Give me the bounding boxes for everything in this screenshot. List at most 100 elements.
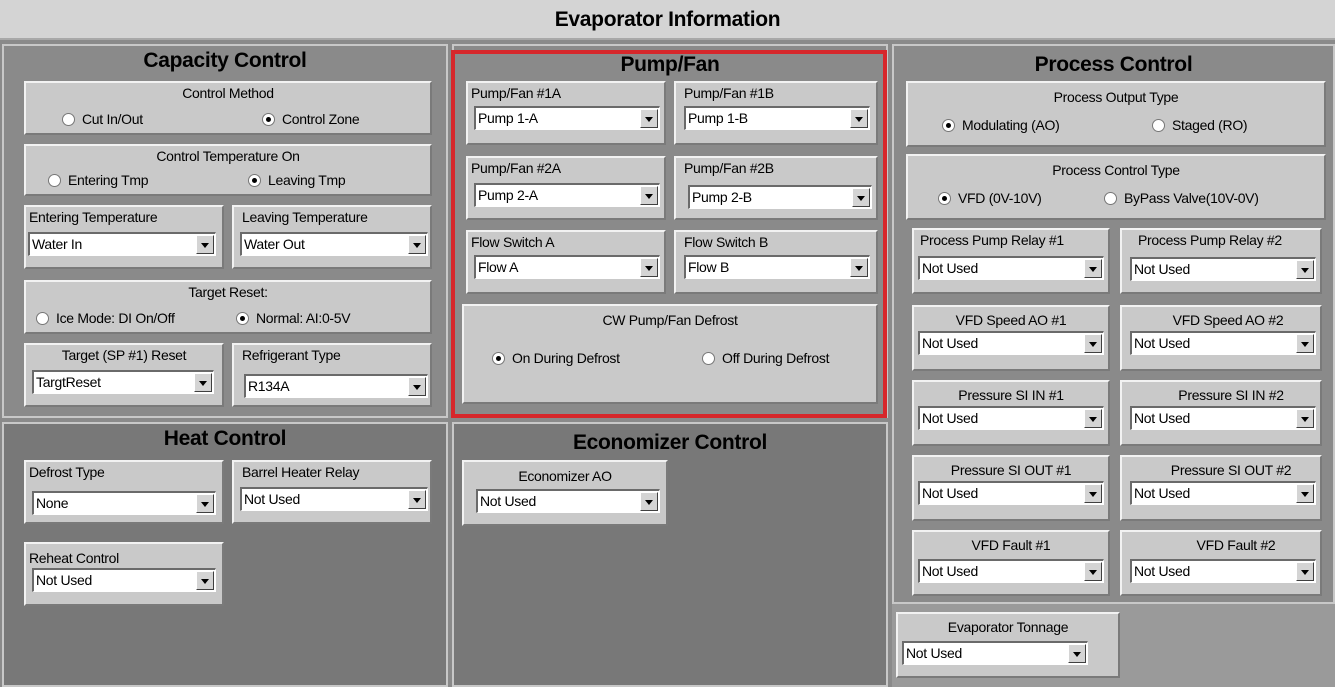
vfd-fault-2-select[interactable]: Not Used [1130, 559, 1316, 583]
refrigerant-type-label: Refrigerant Type [242, 347, 341, 363]
radio-label: Ice Mode: DI On/Off [56, 310, 175, 326]
pressure-si-out-2-group: Pressure SI OUT #2 Not Used [1120, 455, 1322, 521]
radio-label: Cut In/Out [82, 111, 143, 127]
radio-entering-tmp[interactable]: Entering Tmp [48, 172, 148, 188]
capacity-control-title: Capacity Control [143, 49, 307, 72]
select-value: Not Used [1134, 335, 1190, 351]
process-control-title: Process Control [1034, 53, 1193, 76]
chevron-down-icon[interactable] [1296, 334, 1314, 353]
evaporator-tonnage-group: Evaporator Tonnage Not Used [896, 612, 1120, 678]
defrost-type-select[interactable]: None [32, 491, 216, 515]
defrost-type-label: Defrost Type [29, 464, 105, 480]
chevron-down-icon[interactable] [1296, 260, 1314, 279]
radio-vfd[interactable]: VFD (0V-10V) [938, 190, 1042, 206]
heat-control-title: Heat Control [163, 427, 287, 450]
economizer-ao-label: Economizer AO [518, 468, 612, 484]
radio-label: Leaving Tmp [268, 172, 346, 188]
refrigerant-type-group: Refrigerant Type R134A [232, 343, 432, 407]
radio-staged-ro[interactable]: Staged (RO) [1152, 117, 1248, 133]
radio-selected-icon [942, 118, 955, 132]
barrel-heater-relay-group: Barrel Heater Relay Not Used [232, 460, 432, 524]
chevron-down-icon[interactable] [1296, 484, 1314, 503]
pressure-si-out-1-group: Pressure SI OUT #1 Not Used [912, 455, 1110, 521]
control-method-group: Control Method Cut In/Out Control Zone [24, 81, 432, 135]
pressure-si-in-2-select[interactable]: Not Used [1130, 406, 1316, 430]
pressure-si-out-1-select[interactable]: Not Used [918, 481, 1104, 505]
economizer-ao-group: Economizer AO Not Used [462, 460, 668, 526]
chevron-down-icon[interactable] [1296, 409, 1314, 428]
process-pump-relay-2-select[interactable]: Not Used [1130, 257, 1316, 281]
process-control-type-group: Process Control Type VFD (0V-10V) ByPass… [906, 154, 1326, 220]
select-value: Not Used [922, 335, 978, 351]
control-temperature-label: Control Temperature On [156, 148, 300, 164]
select-value: Water Out [244, 236, 305, 252]
chevron-down-icon[interactable] [1084, 334, 1102, 353]
select-value: Not Used [1134, 261, 1190, 277]
radio-control-zone[interactable]: Control Zone [262, 111, 360, 127]
radio-label: Normal: AI:0-5V [256, 310, 351, 326]
process-pump-relay-1-select[interactable]: Not Used [918, 256, 1104, 280]
radio-circle-icon [62, 112, 75, 126]
evaporator-tonnage-select[interactable]: Not Used [902, 641, 1088, 665]
entering-temperature-label: Entering Temperature [29, 209, 158, 225]
chevron-down-icon[interactable] [408, 377, 426, 396]
control-temperature-group: Control Temperature On Entering Tmp Leav… [24, 144, 432, 196]
pressure-si-out-1-label: Pressure SI OUT #1 [950, 462, 1072, 478]
vfd-fault-1-select[interactable]: Not Used [918, 559, 1104, 583]
pressure-si-in-2-group: Pressure SI IN #2 Not Used [1120, 380, 1322, 446]
pressure-si-in-1-select[interactable]: Not Used [918, 406, 1104, 430]
barrel-heater-relay-select[interactable]: Not Used [240, 487, 428, 511]
chevron-down-icon[interactable] [1084, 484, 1102, 503]
select-value: Not Used [244, 491, 300, 507]
chevron-down-icon[interactable] [1084, 562, 1102, 581]
select-value: Not Used [1134, 563, 1190, 579]
radio-ice-mode[interactable]: Ice Mode: DI On/Off [36, 310, 175, 326]
refrigerant-type-select[interactable]: R134A [244, 374, 428, 398]
chevron-down-icon[interactable] [194, 373, 212, 392]
vfd-fault-1-group: VFD Fault #1 Not Used [912, 530, 1110, 596]
defrost-type-group: Defrost Type None [24, 460, 224, 524]
select-value: Not Used [36, 572, 92, 588]
chevron-down-icon[interactable] [1296, 562, 1314, 581]
select-value: Not Used [922, 563, 978, 579]
process-output-type-group: Process Output Type Modulating (AO) Stag… [906, 81, 1326, 147]
radio-selected-icon [938, 191, 951, 205]
radio-leaving-tmp[interactable]: Leaving Tmp [248, 172, 346, 188]
vfd-speed-ao-1-select[interactable]: Not Used [918, 331, 1104, 355]
radio-bypass-valve[interactable]: ByPass Valve(10V-0V) [1104, 190, 1259, 206]
economizer-ao-select[interactable]: Not Used [476, 489, 660, 513]
radio-cut-in-out[interactable]: Cut In/Out [62, 111, 143, 127]
radio-selected-icon [236, 311, 249, 325]
radio-circle-icon [36, 311, 49, 325]
reheat-control-label: Reheat Control [29, 550, 119, 566]
pressure-si-out-2-label: Pressure SI OUT #2 [1170, 462, 1292, 478]
vfd-speed-ao-2-group: VFD Speed AO #2 Not Used [1120, 305, 1322, 371]
process-pump-relay-2-group: Process Pump Relay #2 Not Used [1120, 228, 1322, 294]
chevron-down-icon[interactable] [196, 571, 214, 590]
reheat-control-select[interactable]: Not Used [32, 568, 216, 592]
entering-temperature-select[interactable]: Water In [28, 232, 216, 256]
chevron-down-icon[interactable] [640, 492, 658, 511]
select-value: Not Used [1134, 410, 1190, 426]
select-value: Not Used [1134, 485, 1190, 501]
radio-normal-ai[interactable]: Normal: AI:0-5V [236, 310, 351, 326]
chevron-down-icon[interactable] [196, 235, 214, 254]
pressure-si-out-2-select[interactable]: Not Used [1130, 481, 1316, 505]
barrel-heater-relay-label: Barrel Heater Relay [242, 464, 360, 480]
chevron-down-icon[interactable] [408, 490, 426, 509]
chevron-down-icon[interactable] [408, 235, 426, 254]
vfd-speed-ao-2-select[interactable]: Not Used [1130, 331, 1316, 355]
chevron-down-icon[interactable] [196, 494, 214, 513]
radio-circle-icon [1152, 118, 1165, 132]
vfd-fault-1-label: VFD Fault #1 [971, 537, 1051, 553]
process-pump-relay-1-label: Process Pump Relay #1 [920, 232, 1064, 248]
target-sp-reset-select[interactable]: TargtReset [32, 370, 214, 394]
radio-modulating-ao[interactable]: Modulating (AO) [942, 117, 1060, 133]
leaving-temperature-select[interactable]: Water Out [240, 232, 428, 256]
chevron-down-icon[interactable] [1068, 644, 1086, 663]
chevron-down-icon[interactable] [1084, 259, 1102, 278]
radio-label: ByPass Valve(10V-0V) [1124, 190, 1259, 206]
radio-circle-icon [48, 173, 61, 187]
chevron-down-icon[interactable] [1084, 409, 1102, 428]
select-value: Not Used [922, 410, 978, 426]
